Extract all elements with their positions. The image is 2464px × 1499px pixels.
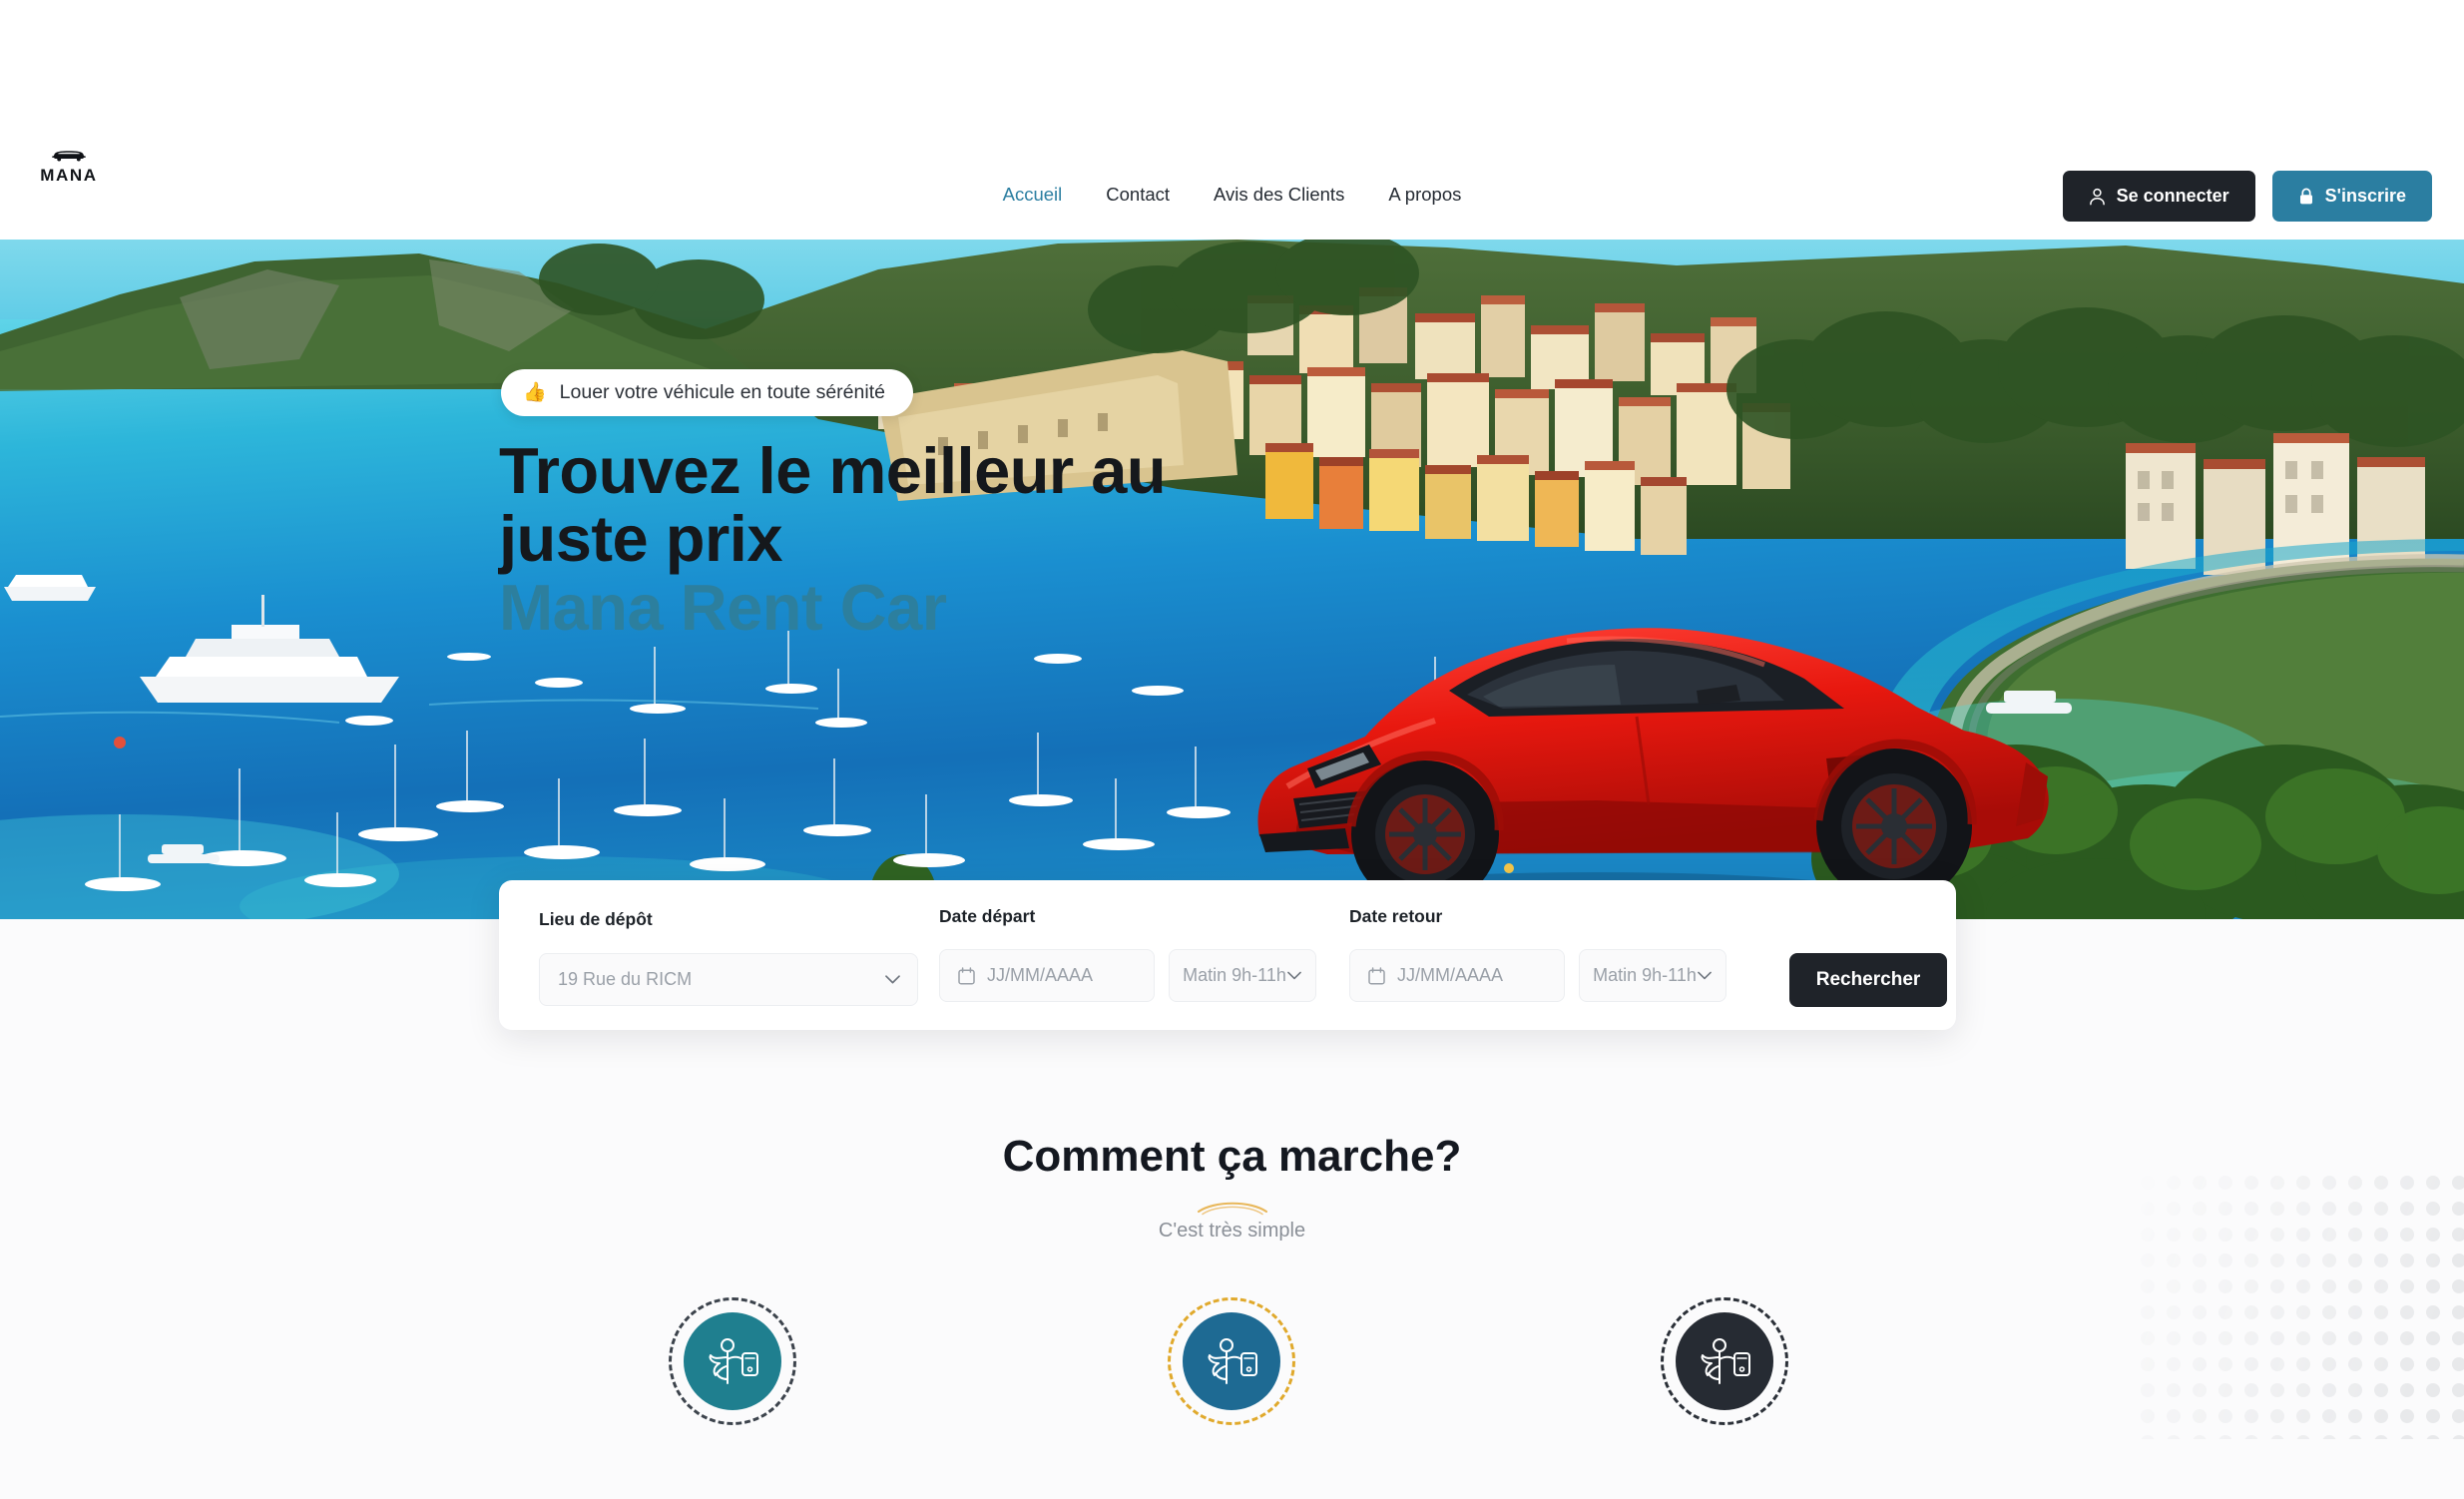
nav-item-a-propos[interactable]: A propos [1366,180,1483,210]
landing-page: MANA Accueil Contact Avis des Clients A … [0,0,2464,1499]
step-disc-1 [684,1312,781,1410]
hero-title: Trouvez le meilleur au juste prix Mana R… [499,437,1218,642]
chevron-down-icon [1287,971,1301,980]
rental-agent-icon [709,1338,758,1384]
lock-icon [2299,188,2312,204]
car-icon [52,151,86,162]
hero-title-line1: Trouvez le meilleur au [499,434,1167,507]
site-header: MANA Accueil Contact Avis des Clients A … [0,151,2464,240]
nav-item-avis-des-clients[interactable]: Avis des Clients [1192,180,1366,210]
user-icon [2089,188,2105,205]
hero-badge: 👍 Louer votre véhicule en toute sérénité [501,369,913,416]
pickup-location-select[interactable]: 19 Rue du RICM [539,953,918,1006]
brand-logo[interactable]: MANA [33,146,105,184]
nav-item-contact[interactable]: Contact [1084,180,1192,210]
rental-agent-icon [1208,1338,1257,1384]
step-item-3[interactable] [1625,1297,1824,1425]
retour-date-placeholder: JJ/MM/AAAA [1397,965,1504,985]
step-disc-3 [1676,1312,1773,1410]
step-ring-3 [1661,1297,1788,1425]
brand-name: MANA [40,166,98,185]
signup-button[interactable]: S'inscrire [2271,171,2432,222]
step-ring-1 [669,1297,796,1425]
rental-agent-icon [1701,1338,1750,1384]
retour-time-value: Matin 9h-11h [1593,965,1697,985]
depart-date-placeholder: JJ/MM/AAAA [987,965,1094,985]
how-it-works-section: Comment ça marche? C'est très simple [0,1030,2464,1499]
calendar-icon [958,966,975,985]
chevron-down-icon [1698,971,1712,980]
thumbs-up-icon: 👍 [523,382,547,403]
step-disc-2 [1183,1312,1280,1410]
swoosh-underline-icon [1197,1202,1267,1216]
login-label: Se connecter [2116,186,2229,206]
hero-title-line2: juste prix [499,501,782,575]
hero-section: 👍 Louer votre véhicule en toute sérénité… [0,240,2464,919]
auth-actions: Se connecter S'inscrire [2062,171,2432,222]
main-nav: Accueil Contact Avis des Clients A propo… [981,180,1484,210]
depart-time-select[interactable]: Matin 9h-11h [1169,949,1316,1002]
step-ring-2 [1168,1297,1295,1425]
calendar-icon [1368,966,1385,985]
login-button[interactable]: Se connecter [2062,171,2255,222]
how-it-works-title: Comment ça marche? [1002,1132,1462,1181]
retour-date-input[interactable]: JJ/MM/AAAA [1349,949,1565,1002]
pickup-label: Lieu de dépôt [539,909,653,929]
step-item-1[interactable] [633,1297,832,1425]
chevron-down-icon [885,975,900,984]
hero-badge-text: Louer votre véhicule en toute sérénité [559,381,885,403]
how-it-works-subtitle: C'est très simple [1158,1220,1306,1242]
retour-time-select[interactable]: Matin 9h-11h [1579,949,1726,1002]
depart-time-value: Matin 9h-11h [1183,965,1286,985]
top-gutter [0,0,2464,152]
hero-content: 👍 Louer votre véhicule en toute sérénité… [0,240,2464,919]
depart-date-input[interactable]: JJ/MM/AAAA [939,949,1155,1002]
search-card: Lieu de dépôt 19 Rue du RICM Date départ… [499,880,1956,1030]
nav-item-accueil[interactable]: Accueil [981,180,1085,210]
search-submit-button[interactable]: Rechercher [1789,953,1947,1007]
retour-label: Date retour [1349,906,1443,926]
step-item-2[interactable] [1132,1297,1331,1425]
hero-title-accent: Mana Rent Car [499,571,947,645]
signup-label: S'inscrire [2324,186,2406,206]
depart-label: Date départ [939,906,1036,926]
pickup-location-value: 19 Rue du RICM [558,969,693,989]
